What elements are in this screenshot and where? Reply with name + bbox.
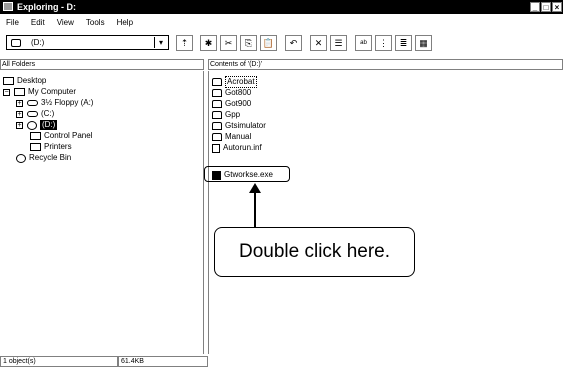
large-icons-button[interactable]: ᵃᵇ: [355, 35, 372, 51]
collapse-icon[interactable]: −: [3, 88, 10, 96]
tree-item-label: 3½ Floppy (A:): [41, 98, 94, 107]
floppy-drive-icon: [27, 100, 38, 106]
contents-header: Contents of '(D:)': [208, 59, 563, 70]
instruction-callout: Double click here.: [214, 227, 415, 277]
file-item-gpp[interactable]: Gpp: [212, 110, 240, 120]
tree-item-label: (D:): [40, 120, 58, 130]
small-icons-button[interactable]: ⋮: [375, 35, 392, 51]
status-object-count: 1 object(s): [0, 356, 118, 367]
folder-icon: [212, 78, 222, 86]
menu-tools[interactable]: Tools: [80, 16, 111, 30]
close-button[interactable]: ×: [552, 2, 562, 12]
recycle-bin-icon: [16, 153, 26, 163]
tree-item-control-panel[interactable]: Control Panel: [30, 131, 92, 141]
tree-item-label: My Computer: [28, 87, 77, 96]
folder-icon: [212, 111, 222, 119]
explorer-icon: [3, 2, 13, 11]
cd-drive-icon: [27, 120, 37, 130]
folder-icon: [212, 89, 222, 97]
tree-item-desktop[interactable]: Desktop: [3, 76, 46, 86]
window-controls: _ □ ×: [530, 2, 562, 12]
up-one-level-button[interactable]: ⇡: [176, 35, 193, 51]
file-item-manual[interactable]: Manual: [212, 132, 251, 142]
minimize-button[interactable]: _: [530, 2, 540, 12]
hard-drive-icon: [27, 111, 38, 117]
tree-item-label: (C:): [41, 109, 55, 118]
tree-item-printers[interactable]: Printers: [30, 142, 72, 152]
file-label: Gpp: [225, 110, 241, 119]
document-icon: [212, 143, 220, 153]
title-bar: Exploring - D: _ □ ×: [0, 0, 563, 14]
map-network-drive-button[interactable]: ✱: [200, 35, 217, 51]
folder-icon: [212, 100, 222, 108]
file-label: Autorun.inf: [223, 143, 262, 152]
expand-icon[interactable]: +: [16, 99, 23, 107]
tree-item-d-drive[interactable]: + (D:): [16, 120, 58, 130]
printer-icon: [30, 143, 41, 151]
toolbar: (D:) ▾ ⇡ ✱ ✂ ⎘ 📋 ↶ ✕ ☰ ᵃᵇ ⋮ ≣ ▦: [0, 33, 563, 55]
copy-button[interactable]: ⎘: [240, 35, 257, 51]
details-view-button[interactable]: ▦: [415, 35, 432, 51]
all-folders-header: All Folders: [0, 59, 204, 70]
tree-item-recycle-bin[interactable]: Recycle Bin: [16, 153, 71, 163]
expand-icon[interactable]: +: [16, 121, 23, 129]
menu-file[interactable]: File: [0, 16, 25, 30]
file-label: Got900: [225, 99, 252, 108]
undo-button[interactable]: ↶: [285, 35, 302, 51]
tree-item-c-drive[interactable]: + (C:): [16, 109, 54, 119]
address-value: (D:): [31, 38, 45, 47]
file-label: Gtsimulator: [225, 121, 266, 130]
file-label: Manual: [225, 132, 252, 141]
properties-button[interactable]: ☰: [330, 35, 347, 51]
file-label: Acrobat: [225, 76, 257, 88]
file-item-got800[interactable]: Got800: [212, 88, 251, 98]
list-view-button[interactable]: ≣: [395, 35, 412, 51]
tree-item-label: Control Panel: [44, 131, 93, 140]
menu-help[interactable]: Help: [111, 16, 139, 30]
file-item-autorun[interactable]: Autorun.inf: [212, 143, 262, 153]
window-title: Exploring - D:: [17, 2, 76, 12]
drive-icon: [11, 39, 21, 47]
file-item-gtsimulator[interactable]: Gtsimulator: [212, 121, 266, 131]
callout-arrow-line: [254, 192, 256, 228]
tree-item-label: Desktop: [17, 76, 47, 85]
folder-icon: [212, 133, 222, 141]
status-size: 61.4KB: [118, 356, 208, 367]
tree-item-floppy[interactable]: + 3½ Floppy (A:): [16, 98, 93, 108]
cut-button[interactable]: ✂: [220, 35, 237, 51]
paste-button[interactable]: 📋: [260, 35, 277, 51]
desktop-icon: [3, 77, 14, 85]
expand-icon[interactable]: +: [16, 110, 23, 118]
file-label: Got800: [225, 88, 252, 97]
menu-edit[interactable]: Edit: [25, 16, 51, 30]
menu-view[interactable]: View: [51, 16, 80, 30]
address-dropdown[interactable]: (D:) ▾: [6, 35, 169, 50]
file-item-got900[interactable]: Got900: [212, 99, 251, 109]
folder-icon: [212, 122, 222, 130]
tree-item-label: Recycle Bin: [29, 153, 72, 162]
tree-item-label: Printers: [44, 142, 72, 151]
delete-button[interactable]: ✕: [310, 35, 327, 51]
menu-bar: File Edit View Tools Help: [0, 16, 139, 30]
maximize-button[interactable]: □: [541, 2, 551, 12]
chevron-down-icon[interactable]: ▾: [154, 37, 167, 48]
computer-icon: [14, 88, 25, 96]
contents-pane[interactable]: [208, 71, 563, 354]
file-item-acrobat[interactable]: Acrobat: [212, 76, 257, 88]
status-bar: 1 object(s) 61.4KB: [0, 356, 208, 367]
target-highlight-box: [204, 166, 290, 182]
tree-item-my-computer[interactable]: − My Computer: [3, 87, 76, 97]
control-panel-icon: [30, 132, 41, 140]
